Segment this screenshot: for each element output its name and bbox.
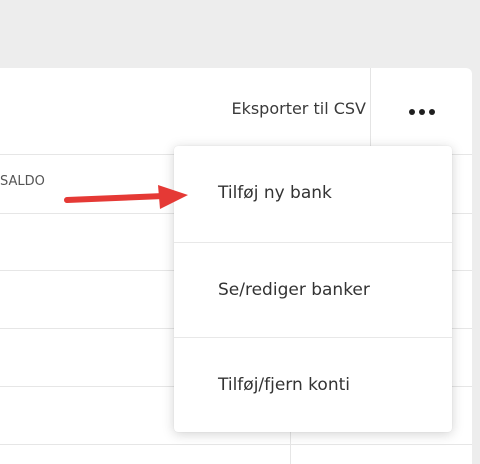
menu-item-add-remove-accounts[interactable]: Tilføj/fjern konti [174, 337, 452, 432]
menu-item-view-edit-banks[interactable]: Se/rediger banker [174, 242, 452, 337]
options-dropdown-menu: Tilføj ny bank Se/rediger banker Tilføj/… [174, 146, 452, 432]
menu-item-add-bank[interactable]: Tilføj ny bank [174, 146, 452, 241]
more-horizontal-icon [409, 109, 435, 115]
top-bar [0, 0, 480, 68]
export-csv-button[interactable]: Eksporter til CSV [160, 84, 366, 134]
more-options-button[interactable] [370, 68, 472, 154]
arrow-right-icon [64, 185, 188, 209]
row-divider [0, 444, 472, 445]
